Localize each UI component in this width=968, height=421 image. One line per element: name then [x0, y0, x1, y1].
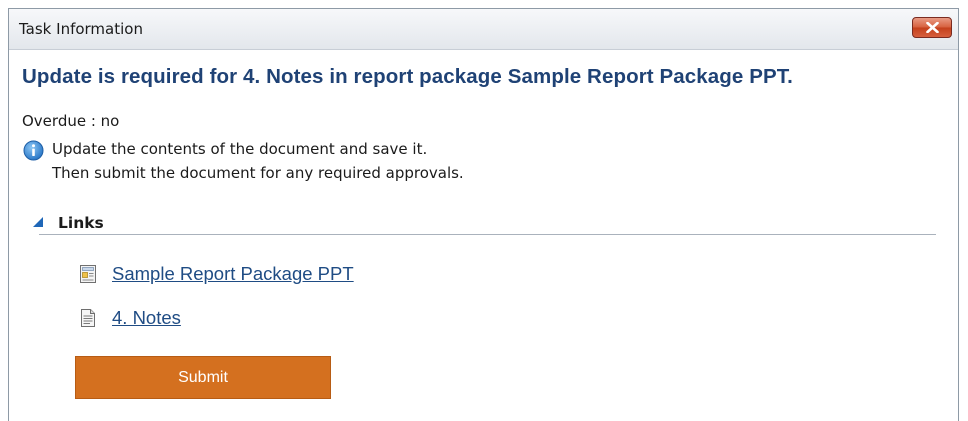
task-heading: Update is required for 4. Notes in repor… — [22, 65, 793, 88]
task-information-dialog: Task Information Update is required for … — [8, 8, 959, 421]
title-bar: Task Information — [9, 9, 958, 50]
close-icon — [926, 22, 939, 33]
close-button[interactable] — [912, 17, 952, 38]
info-text-line-1: Update the contents of the document and … — [52, 140, 428, 158]
overdue-status: Overdue : no — [22, 112, 120, 130]
submit-button[interactable]: Submit — [75, 356, 331, 399]
links-divider — [39, 234, 936, 235]
window-title: Task Information — [19, 20, 143, 38]
link-report-package-label[interactable]: Sample Report Package PPT — [112, 263, 354, 285]
collapse-triangle-icon[interactable] — [32, 216, 44, 228]
info-text-line-2: Then submit the document for any require… — [52, 164, 464, 182]
links-section-title: Links — [58, 214, 104, 232]
document-icon — [81, 309, 95, 327]
report-package-icon — [80, 265, 96, 283]
info-icon — [23, 140, 44, 161]
link-notes-label[interactable]: 4. Notes — [112, 307, 181, 329]
